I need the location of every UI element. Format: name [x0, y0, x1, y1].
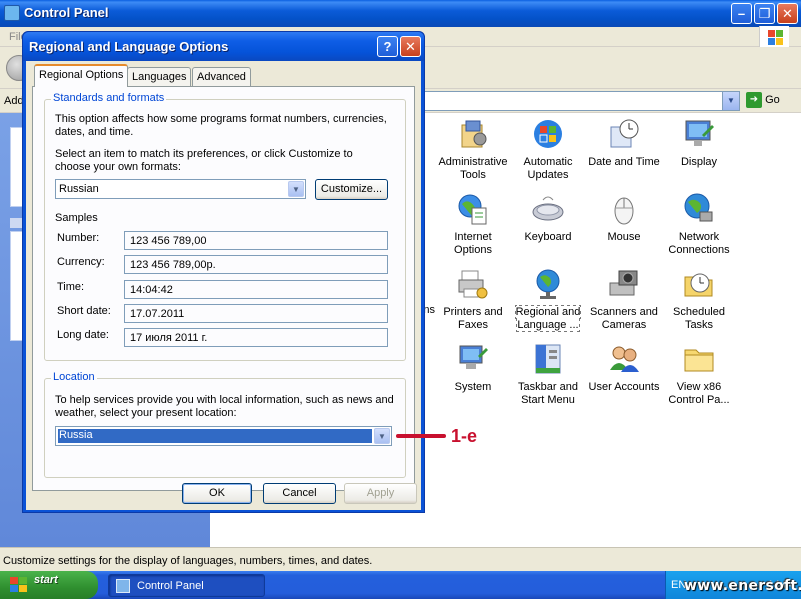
sample-time-field: 14:04:42 — [124, 280, 388, 299]
internet-options-icon — [456, 192, 490, 226]
apply-button[interactable]: Apply — [344, 483, 417, 504]
location-group: Location To help services provide you wi… — [44, 371, 406, 478]
sample-long-date-field: 17 июля 2011 г. — [124, 328, 388, 347]
address-input[interactable]: ▼ — [420, 91, 740, 111]
sample-number-field: 123 456 789,00 — [124, 231, 388, 250]
sample-currency-label: Currency: — [57, 256, 105, 268]
cp-item-scheduled-tasks[interactable]: Scheduled Tasks — [660, 267, 738, 332]
location-select[interactable]: Russia ▼ — [55, 426, 392, 446]
folder-icon — [682, 342, 716, 376]
format-select-value: Russian — [59, 183, 99, 195]
cp-item-view-x86[interactable]: View x86 Control Pa... — [660, 342, 738, 407]
standards-description: This option affects how some programs fo… — [55, 113, 387, 138]
tab-advanced[interactable]: Advanced — [192, 67, 251, 86]
start-label: start — [34, 574, 58, 586]
cancel-button[interactable]: Cancel — [263, 483, 336, 504]
date-time-icon — [607, 117, 641, 151]
cp-item-regional-language[interactable]: Regional and Language ... — [509, 267, 587, 332]
annotation-line — [396, 434, 446, 438]
control-panel-icon — [4, 5, 20, 21]
keyboard-icon — [531, 192, 565, 226]
sample-short-date-field: 17.07.2011 — [124, 304, 388, 323]
control-panel-titlebar: Control Panel – ❐ ✕ — [0, 0, 801, 27]
dialog-close-button[interactable]: ✕ — [400, 36, 421, 57]
cp-item-network-connections[interactable]: Network Connections — [660, 192, 738, 257]
cp-item-date-time[interactable]: Date and Time — [585, 117, 663, 169]
chevron-down-icon[interactable]: ▼ — [288, 181, 304, 197]
administrative-tools-icon — [456, 117, 490, 151]
scheduled-tasks-icon — [682, 267, 716, 301]
regional-language-icon — [531, 267, 565, 301]
automatic-updates-icon — [531, 117, 565, 151]
minimize-button[interactable]: – — [731, 3, 752, 24]
dialog-titlebar: Regional and Language Options ? ✕ — [23, 32, 424, 61]
go-arrow-icon: ➜ — [746, 92, 762, 108]
cp-item-automatic-updates[interactable]: Automatic Updates — [509, 117, 587, 182]
sample-time-label: Time: — [57, 281, 85, 293]
user-accounts-icon — [607, 342, 641, 376]
mouse-icon — [607, 192, 641, 226]
go-label: Go — [765, 93, 780, 106]
printers-faxes-icon — [456, 267, 490, 301]
status-text: Customize settings for the display of la… — [3, 555, 373, 567]
sample-short-date-label: Short date: — [57, 305, 111, 317]
display-icon — [682, 117, 716, 151]
cp-item-internet-options[interactable]: Internet Options — [434, 192, 512, 257]
chevron-down-icon[interactable]: ▼ — [374, 428, 390, 444]
cp-item-administrative-tools[interactable]: Administrative Tools — [434, 117, 512, 182]
customize-button[interactable]: Customize... — [315, 179, 388, 200]
cp-item-keyboard[interactable]: Keyboard — [509, 192, 587, 244]
start-button[interactable]: start — [0, 571, 98, 599]
taskbar: start Control Panel EN 14:04 — [0, 571, 801, 599]
format-select[interactable]: Russian ▼ — [55, 179, 306, 199]
watermark: www.enersoft.ru — [684, 578, 801, 594]
taskbar-start-icon — [531, 342, 565, 376]
standards-formats-title: Standards and formats — [51, 92, 167, 104]
chevron-down-icon[interactable]: ▼ — [722, 92, 739, 110]
go-button[interactable]: ➜ Go — [746, 92, 780, 108]
close-button[interactable]: ✕ — [777, 3, 798, 24]
location-description: To help services provide you with local … — [55, 394, 394, 419]
regional-language-dialog: Regional and Language Options ? ✕ Region… — [22, 31, 425, 513]
cp-item-taskbar-start[interactable]: Taskbar and Start Menu — [509, 342, 587, 407]
windows-logo-icon — [759, 26, 789, 48]
tab-regional-options[interactable]: Regional Options — [34, 64, 129, 87]
sample-currency-field: 123 456 789,00р. — [124, 255, 388, 274]
cp-item-scanners-cameras[interactable]: Scanners and Cameras — [585, 267, 663, 332]
status-bar: Customize settings for the display of la… — [0, 547, 801, 571]
cp-item-mouse[interactable]: Mouse — [585, 192, 663, 244]
cp-item-user-accounts[interactable]: User Accounts — [585, 342, 663, 394]
dialog-title: Regional and Language Options — [29, 39, 229, 54]
standards-formats-group: Standards and formats This option affect… — [44, 92, 406, 361]
location-select-value: Russia — [58, 429, 372, 443]
help-button[interactable]: ? — [377, 36, 398, 57]
samples-label: Samples — [55, 212, 98, 224]
dialog-body: Regional Options Languages Advanced Stan… — [26, 61, 421, 510]
window-title: Control Panel — [24, 5, 109, 20]
location-title: Location — [51, 371, 97, 383]
control-panel-icon — [116, 579, 130, 593]
tab-panel-regional-options: Standards and formats This option affect… — [32, 86, 415, 491]
scanners-cameras-icon — [607, 267, 641, 301]
standards-instruction: Select an item to match its preferences,… — [55, 148, 353, 173]
network-connections-icon — [682, 192, 716, 226]
tab-languages[interactable]: Languages — [127, 67, 192, 86]
ok-button[interactable]: OK — [182, 483, 252, 504]
sample-number-label: Number: — [57, 232, 100, 244]
taskbar-item-control-panel[interactable]: Control Panel — [108, 574, 265, 597]
annotation-label: 1-е — [451, 426, 478, 446]
sample-long-date-label: Long date: — [57, 329, 109, 341]
taskbar-item-label: Control Panel — [137, 580, 204, 592]
maximize-button[interactable]: ❐ — [754, 3, 775, 24]
windows-flag-icon — [10, 577, 28, 593]
cp-item-system[interactable]: System — [434, 342, 512, 394]
cp-item-display[interactable]: Display — [660, 117, 738, 169]
system-icon — [456, 342, 490, 376]
cp-item-printers-faxes[interactable]: Printers and Faxes — [434, 267, 512, 332]
